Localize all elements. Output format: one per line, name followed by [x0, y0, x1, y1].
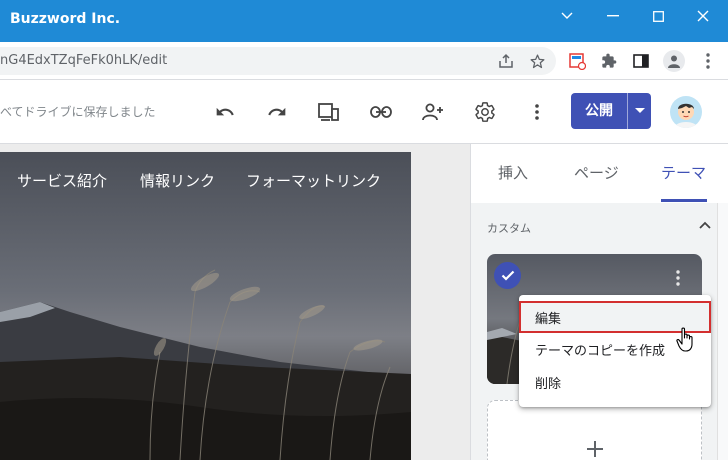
bookmark-star-icon[interactable] — [527, 51, 547, 71]
nav-link-services[interactable]: サービス紹介 — [17, 170, 107, 191]
menu-item-delete-label[interactable]: 削除 — [535, 373, 561, 392]
link-icon[interactable] — [369, 100, 393, 124]
section-label-custom: カスタム — [487, 222, 531, 235]
nav-link-format[interactable]: フォーマットリンク — [246, 170, 381, 191]
tab-themes[interactable]: テーマ — [661, 162, 706, 183]
minimize-button[interactable] — [590, 0, 636, 32]
puzzle-extensions-icon[interactable] — [599, 51, 619, 71]
panel-scrollbar[interactable] — [717, 203, 728, 460]
window-titlebar: Buzzword Inc. — [0, 0, 728, 42]
settings-gear-icon[interactable] — [473, 100, 497, 124]
url-box[interactable]: nG4EdxTZqFeFk0hLK/edit — [0, 47, 556, 75]
selected-check-icon — [494, 262, 521, 289]
publish-button[interactable]: 公開 — [571, 93, 651, 129]
avatar[interactable] — [670, 96, 702, 128]
side-panel-icon[interactable] — [631, 51, 651, 71]
chevron-up-icon[interactable] — [697, 217, 713, 233]
share-icon[interactable] — [496, 51, 516, 71]
add-plus-icon[interactable] — [585, 439, 605, 459]
active-tab-indicator — [661, 199, 707, 202]
publish-label[interactable]: 公開 — [571, 93, 627, 129]
tab-pages[interactable]: ページ — [574, 162, 619, 183]
caret-down-icon[interactable] — [628, 93, 651, 129]
menu-item-delete[interactable]: 削除 — [519, 366, 711, 398]
hero-image — [0, 152, 411, 460]
share-person-add-icon[interactable] — [421, 100, 445, 124]
theme-more-vert-icon[interactable] — [668, 266, 688, 290]
extension-tool-icon[interactable] — [567, 51, 587, 71]
profile-icon[interactable] — [663, 50, 685, 72]
window-title: Buzzword Inc. — [10, 11, 121, 27]
chevron-down-icon[interactable] — [544, 0, 590, 32]
url-text[interactable]: nG4EdxTZqFeFk0hLK/edit — [0, 53, 167, 68]
address-bar: nG4EdxTZqFeFk0hLK/edit — [0, 42, 728, 80]
menu-item-copy-label[interactable]: テーマのコピーを作成 — [535, 340, 665, 359]
save-status: べてドライブに保存しました — [0, 105, 156, 119]
more-vert-browser-icon[interactable] — [698, 51, 718, 71]
close-button[interactable] — [680, 0, 726, 32]
device-preview-icon[interactable] — [317, 100, 341, 124]
redo-icon[interactable] — [265, 100, 289, 124]
nav-link-info[interactable]: 情報リンク — [140, 170, 215, 191]
more-vert-icon[interactable] — [525, 100, 549, 124]
hand-pointer-cursor-icon — [676, 327, 696, 353]
menu-item-edit-label[interactable]: 編集 — [535, 308, 561, 327]
undo-icon[interactable] — [213, 100, 237, 124]
tab-insert[interactable]: 挿入 — [498, 162, 528, 183]
maximize-button[interactable] — [635, 0, 681, 32]
sites-toolbar: べてドライブに保存しました 公開 — [0, 80, 728, 144]
